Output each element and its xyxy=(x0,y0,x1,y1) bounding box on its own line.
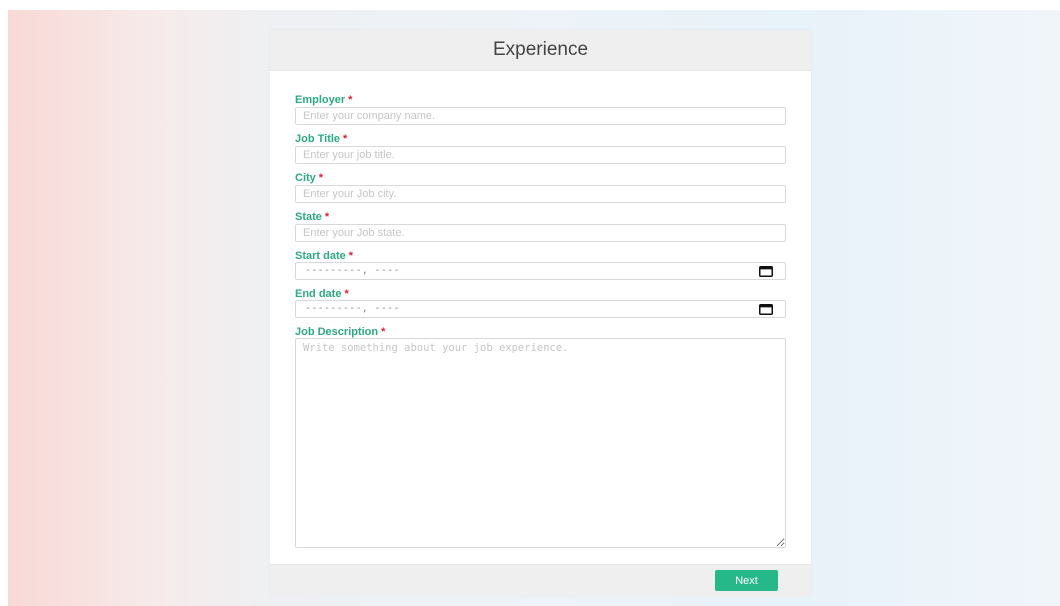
next-button[interactable]: Next xyxy=(715,570,778,591)
job-title-label-text: Job Title xyxy=(295,133,341,145)
city-input[interactable] xyxy=(295,185,786,203)
job-description-field-group: Job Description * xyxy=(295,326,786,548)
job-description-label: Job Description * xyxy=(295,326,786,338)
employer-label-text: Employer xyxy=(295,94,346,106)
start-date-input[interactable]: ---------, ---- xyxy=(295,262,786,280)
start-date-mask: ---------, ---- xyxy=(305,265,400,276)
end-date-label-text: End date xyxy=(295,288,342,300)
end-date-label: End date * xyxy=(295,288,786,300)
required-marker: * xyxy=(348,250,354,262)
required-marker: * xyxy=(324,211,330,223)
employer-field-group: Employer * xyxy=(295,94,786,133)
job-title-field-group: Job Title * xyxy=(295,133,786,172)
city-field-group: City * xyxy=(295,172,786,211)
state-field-group: State * xyxy=(295,211,786,250)
start-date-label: Start date * xyxy=(295,250,786,262)
job-title-input[interactable] xyxy=(295,146,786,164)
start-date-label-text: Start date xyxy=(295,250,346,262)
job-description-label-text: Job Description xyxy=(295,326,379,338)
city-label-text: City xyxy=(295,172,316,184)
job-description-textarea[interactable] xyxy=(295,338,786,548)
required-marker: * xyxy=(318,172,324,184)
start-date-field-group: Start date * ---------, ---- xyxy=(295,250,786,280)
state-label-text: State xyxy=(295,211,322,223)
required-marker: * xyxy=(344,288,349,300)
employer-input[interactable] xyxy=(295,107,786,125)
end-date-mask: ---------, ---- xyxy=(305,303,400,314)
state-input[interactable] xyxy=(295,224,786,242)
calendar-icon[interactable] xyxy=(759,304,773,315)
required-marker: * xyxy=(381,326,386,338)
required-marker: * xyxy=(348,94,353,106)
experience-form: Employer* Job Title* City* State* Start … xyxy=(295,94,786,548)
experience-form-card: Experience Employer* Job Title* City* St… xyxy=(270,30,811,597)
card-header: Experience xyxy=(270,30,811,71)
end-date-field-group: End date * ---------, ---- xyxy=(295,288,786,318)
required-marker: * xyxy=(343,133,348,145)
end-date-input[interactable]: ---------, ---- xyxy=(295,300,786,318)
employer-label: Employer * xyxy=(295,94,786,106)
card-title: Experience xyxy=(492,39,589,60)
calendar-icon[interactable] xyxy=(759,266,773,277)
city-label: City * xyxy=(295,172,786,184)
state-label: State * xyxy=(295,211,786,223)
job-title-label: Job Title * xyxy=(295,133,786,145)
card-footer: Next xyxy=(270,564,811,597)
